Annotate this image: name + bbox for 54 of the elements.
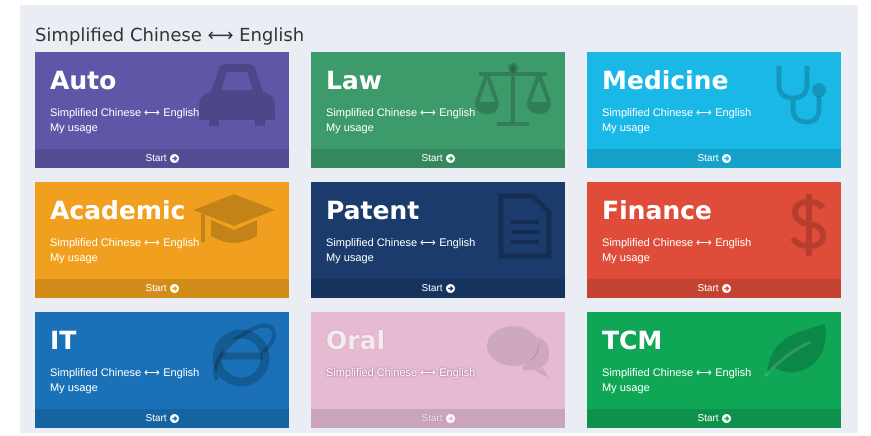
usage-link[interactable]: My usage bbox=[602, 381, 826, 396]
card-title: Medicine bbox=[602, 65, 728, 97]
card-title: Law bbox=[326, 65, 382, 97]
category-card[interactable]: IT Simplified Chinese ⟷ English My usage Start bbox=[35, 312, 289, 428]
usage-link[interactable]: My usage bbox=[326, 251, 550, 266]
arrow-circle-icon bbox=[446, 154, 455, 163]
usage-link[interactable]: My usage bbox=[326, 121, 550, 136]
language-pair: Simplified Chinese ⟷ English bbox=[326, 366, 476, 381]
start-button[interactable]: Start bbox=[693, 409, 735, 428]
start-button[interactable]: Start bbox=[693, 279, 735, 298]
arrow-circle-icon bbox=[446, 414, 455, 423]
language-pair: Simplified Chinese ⟷ English bbox=[602, 106, 752, 121]
start-button[interactable]: Start bbox=[693, 149, 735, 168]
scales-icon bbox=[473, 62, 553, 128]
usage-link[interactable]: My usage bbox=[602, 251, 826, 266]
arrow-circle-icon bbox=[722, 154, 731, 163]
category-card[interactable]: TCM Simplified Chinese ⟷ English My usage Start bbox=[587, 312, 841, 428]
usage-link[interactable]: My usage bbox=[50, 121, 274, 136]
language-pair: Simplified Chinese ⟷ English bbox=[50, 366, 200, 381]
dollar-icon bbox=[789, 192, 829, 258]
language-pair: Simplified Chinese ⟷ English bbox=[602, 236, 752, 251]
car-icon bbox=[197, 62, 277, 126]
start-button[interactable]: Start bbox=[141, 409, 183, 428]
arrow-circle-icon bbox=[170, 284, 179, 293]
start-button[interactable]: Start bbox=[141, 149, 183, 168]
card-title: TCM bbox=[602, 325, 662, 357]
arrow-circle-icon bbox=[170, 414, 179, 423]
card-title: Academic bbox=[50, 195, 186, 227]
arrow-circle-icon bbox=[446, 284, 455, 293]
usage-link[interactable]: My usage bbox=[50, 381, 274, 396]
card-title: Auto bbox=[50, 65, 116, 97]
category-card[interactable]: Academic Simplified Chinese ⟷ English My usage Start bbox=[35, 182, 289, 298]
arrow-circle-icon bbox=[722, 284, 731, 293]
section-heading: Simplified Chinese ⟷ English bbox=[35, 25, 306, 46]
start-button[interactable]: Start bbox=[141, 279, 183, 298]
language-pair: Simplified Chinese ⟷ English bbox=[50, 236, 200, 251]
category-card[interactable]: Auto Simplified Chinese ⟷ English My usage Start bbox=[35, 52, 289, 168]
start-button[interactable]: Start bbox=[417, 149, 459, 168]
usage-link[interactable]: My usage bbox=[602, 121, 826, 136]
category-card[interactable]: Finance Simplified Chinese ⟷ English My usage Start bbox=[587, 182, 841, 298]
category-card[interactable]: Medicine Simplified Chinese ⟷ English My usage Start bbox=[587, 52, 841, 168]
card-title: Patent bbox=[326, 195, 420, 227]
category-card[interactable]: Law Simplified Chinese ⟷ English My usage Start bbox=[311, 52, 565, 168]
card-title: Finance bbox=[602, 195, 712, 227]
arrow-circle-icon bbox=[170, 154, 179, 163]
language-pair: Simplified Chinese ⟷ English bbox=[50, 106, 200, 121]
category-card[interactable]: Patent Simplified Chinese ⟷ English My usage Start bbox=[311, 182, 565, 298]
card-title: IT bbox=[50, 325, 76, 357]
document-icon bbox=[497, 192, 553, 260]
start-button[interactable]: Start bbox=[417, 279, 459, 298]
language-pair: Simplified Chinese ⟷ English bbox=[326, 236, 476, 251]
language-pair: Simplified Chinese ⟷ English bbox=[602, 366, 752, 381]
arrow-circle-icon bbox=[722, 414, 731, 423]
language-pair: Simplified Chinese ⟷ English bbox=[326, 106, 476, 121]
